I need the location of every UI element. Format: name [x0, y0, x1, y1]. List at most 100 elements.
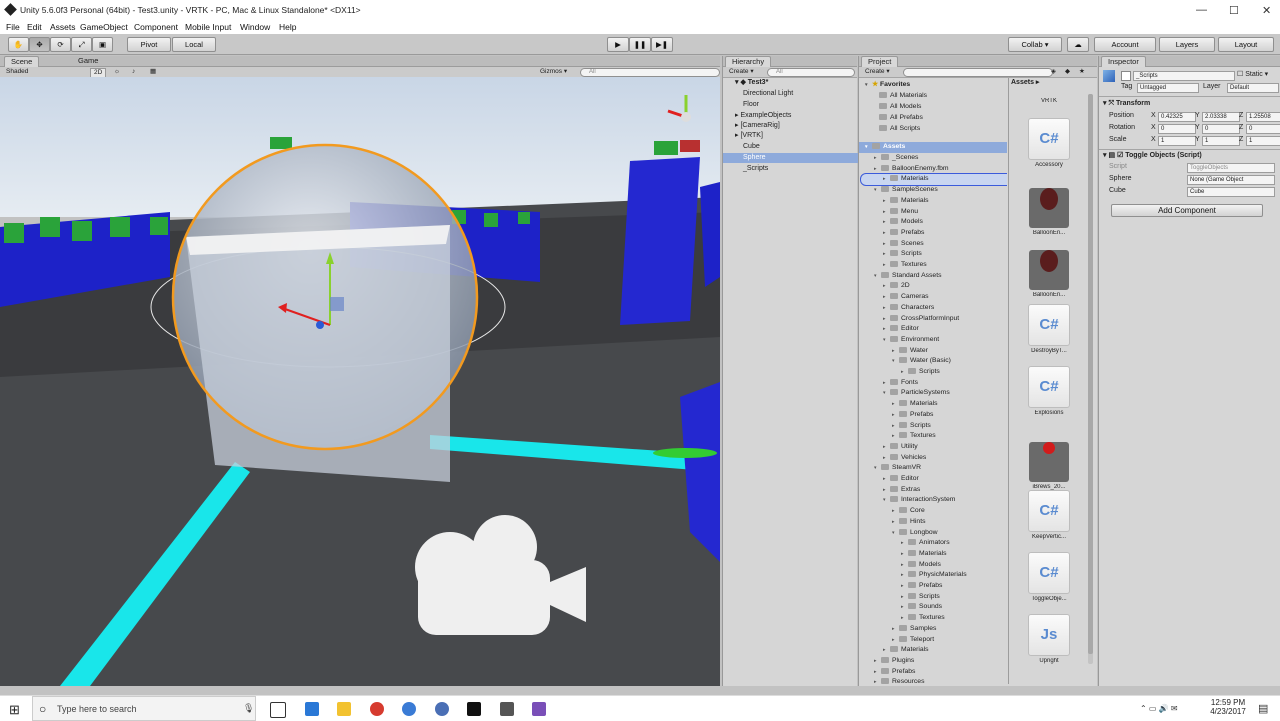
collapsed-arrow-icon[interactable]: ▸: [892, 431, 899, 442]
project-folder[interactable]: ▸ Water: [892, 346, 928, 357]
position-x-field[interactable]: 0.42325: [1158, 112, 1196, 122]
collapsed-arrow-icon[interactable]: ▸: [883, 217, 890, 228]
transform-header[interactable]: ▾ ⤧ Transform: [1103, 99, 1150, 109]
notifications-icon[interactable]: ▤: [1258, 702, 1268, 715]
project-folder[interactable]: ▸ 2D: [883, 281, 910, 292]
collapsed-arrow-icon[interactable]: ▸: [892, 635, 899, 646]
asset-item[interactable]: Js Upright: [1022, 614, 1076, 664]
hierarchy-item[interactable]: Cube: [723, 142, 877, 152]
collapsed-arrow-icon[interactable]: ▸: [901, 602, 908, 613]
project-folder[interactable]: ▸ Scripts: [901, 592, 940, 603]
project-folder[interactable]: ▸ Materials: [860, 173, 1007, 187]
filter-type-icon[interactable]: ◈: [1051, 68, 1056, 76]
tab-scene[interactable]: Scene: [4, 56, 40, 67]
audio-icon[interactable]: ♪: [132, 68, 135, 76]
project-folder[interactable]: ▾ Standard Assets: [874, 271, 942, 282]
project-folder[interactable]: ▸ Samples: [892, 624, 936, 635]
collapsed-arrow-icon[interactable]: ▸: [883, 228, 890, 239]
pivot-toggle[interactable]: Pivot: [127, 37, 171, 52]
project-folder[interactable]: ▾ SampleScenes: [874, 185, 938, 196]
project-folder[interactable]: ▸ Scripts: [883, 249, 922, 260]
rect-tool-button[interactable]: ▣: [92, 37, 113, 52]
expand-arrow-icon[interactable]: ▾: [892, 356, 899, 367]
project-folder[interactable]: ▸ Menu: [883, 207, 918, 218]
collapsed-arrow-icon[interactable]: ▸: [883, 485, 890, 496]
add-component-button[interactable]: Add Component: [1111, 204, 1263, 217]
file-explorer-icon[interactable]: [337, 702, 351, 716]
project-folder[interactable]: ▸ Prefabs: [874, 667, 915, 678]
globe-app-icon[interactable]: [402, 702, 416, 716]
scale-x-field[interactable]: 1: [1158, 136, 1196, 146]
scene-search-input[interactable]: All: [580, 68, 720, 77]
collapsed-arrow-icon[interactable]: ▸: [874, 656, 881, 667]
asset-breadcrumb[interactable]: Assets ▸: [1011, 78, 1091, 88]
minimize-icon[interactable]: —: [1196, 4, 1207, 16]
expand-arrow-icon[interactable]: ▾: [874, 271, 881, 282]
project-search-input[interactable]: [903, 68, 1053, 77]
menu-window[interactable]: Window: [240, 22, 270, 32]
project-folder[interactable]: ▸ Resources: [874, 677, 925, 684]
close-icon[interactable]: ✕: [1262, 4, 1271, 17]
collapsed-arrow-icon[interactable]: ▸: [901, 538, 908, 549]
collapsed-arrow-icon[interactable]: ▸: [901, 367, 908, 378]
static-toggle[interactable]: ☐ Static ▾: [1237, 70, 1268, 80]
rotate-tool-button[interactable]: ⟳: [50, 37, 71, 52]
collapsed-arrow-icon[interactable]: ▸: [883, 303, 890, 314]
project-folder[interactable]: ▸ Materials: [901, 549, 947, 560]
project-folder[interactable]: ▸ Vehicles: [883, 453, 926, 464]
tab-game[interactable]: Game: [72, 56, 104, 66]
project-folder[interactable]: ▸ Prefabs: [892, 410, 933, 421]
project-folder[interactable]: ▸ Sounds: [901, 602, 942, 613]
collapsed-arrow-icon[interactable]: ▸: [883, 324, 890, 335]
position-y-field[interactable]: 2.03338: [1202, 112, 1240, 122]
rotation-z-field[interactable]: 0: [1246, 124, 1280, 134]
project-folder[interactable]: ▸ Prefabs: [883, 228, 924, 239]
project-folder[interactable]: ▸ Scripts: [901, 367, 940, 378]
collapsed-arrow-icon[interactable]: ▸: [883, 474, 890, 485]
collapsed-arrow-icon[interactable]: ▸: [883, 249, 890, 260]
project-folder[interactable]: ▸ PhysicMaterials: [901, 570, 967, 581]
project-folder[interactable]: ▸ CrossPlatformInput: [883, 314, 959, 325]
project-folder[interactable]: ▾ InteractionSystem: [883, 495, 955, 506]
collapsed-arrow-icon[interactable]: ▸: [883, 442, 890, 453]
toggle-objects-component-header[interactable]: ▾ ▤ ☑ Toggle Objects (Script): [1103, 151, 1202, 161]
menu-mobile-input[interactable]: Mobile Input: [185, 22, 231, 32]
collapsed-arrow-icon[interactable]: ▸: [892, 421, 899, 432]
hierarchy-create-button[interactable]: Create ▾: [729, 68, 754, 76]
project-folder[interactable]: ▸ Scenes: [883, 239, 924, 250]
collapsed-arrow-icon[interactable]: ▸: [883, 239, 890, 250]
collapsed-arrow-icon[interactable]: ▸: [892, 624, 899, 635]
chrome-icon[interactable]: [370, 702, 384, 716]
collapsed-arrow-icon[interactable]: ▸: [892, 399, 899, 410]
collapsed-arrow-icon[interactable]: ▸: [874, 677, 881, 684]
hierarchy-item[interactable]: _Scripts: [723, 164, 877, 174]
project-folder[interactable]: ▾ Longbow: [892, 528, 938, 539]
layers-button[interactable]: Layers: [1159, 37, 1215, 52]
project-folder[interactable]: ▸ Materials: [892, 399, 938, 410]
collapsed-arrow-icon[interactable]: ▸: [874, 164, 881, 175]
project-folder[interactable]: ▸ Materials: [883, 196, 929, 207]
project-folder[interactable]: ▸ Fonts: [883, 378, 918, 389]
expand-arrow-icon[interactable]: ▾: [874, 185, 881, 196]
collapsed-arrow-icon[interactable]: ▸: [892, 346, 899, 357]
scale-y-field[interactable]: 1: [1202, 136, 1240, 146]
steam-icon[interactable]: [435, 702, 449, 716]
project-scrollbar[interactable]: [1088, 94, 1093, 664]
project-folder[interactable]: ▸ Extras: [883, 485, 920, 496]
local-toggle[interactable]: Local: [172, 37, 216, 52]
tab-inspector[interactable]: Inspector: [1101, 56, 1146, 67]
collapsed-arrow-icon[interactable]: ▸: [874, 667, 881, 678]
tag-dropdown[interactable]: Untagged: [1137, 83, 1199, 93]
project-create-button[interactable]: Create ▾: [865, 68, 890, 76]
hierarchy-item[interactable]: ▸ ExampleObjects: [723, 111, 869, 121]
project-folder[interactable]: ▾ Water (Basic): [892, 356, 951, 367]
project-folder[interactable]: ▾ SteamVR: [874, 463, 921, 474]
collapsed-arrow-icon[interactable]: ▸: [901, 560, 908, 571]
project-folder[interactable]: ▸ Utility: [883, 442, 918, 453]
filter-label-icon[interactable]: ◆: [1065, 68, 1070, 76]
menu-file[interactable]: File: [6, 22, 20, 32]
lighting-icon[interactable]: ☼: [114, 68, 120, 76]
collapsed-arrow-icon[interactable]: ▸: [892, 410, 899, 421]
move-tool-button[interactable]: ✥: [29, 37, 50, 52]
menu-component[interactable]: Component: [134, 22, 178, 32]
